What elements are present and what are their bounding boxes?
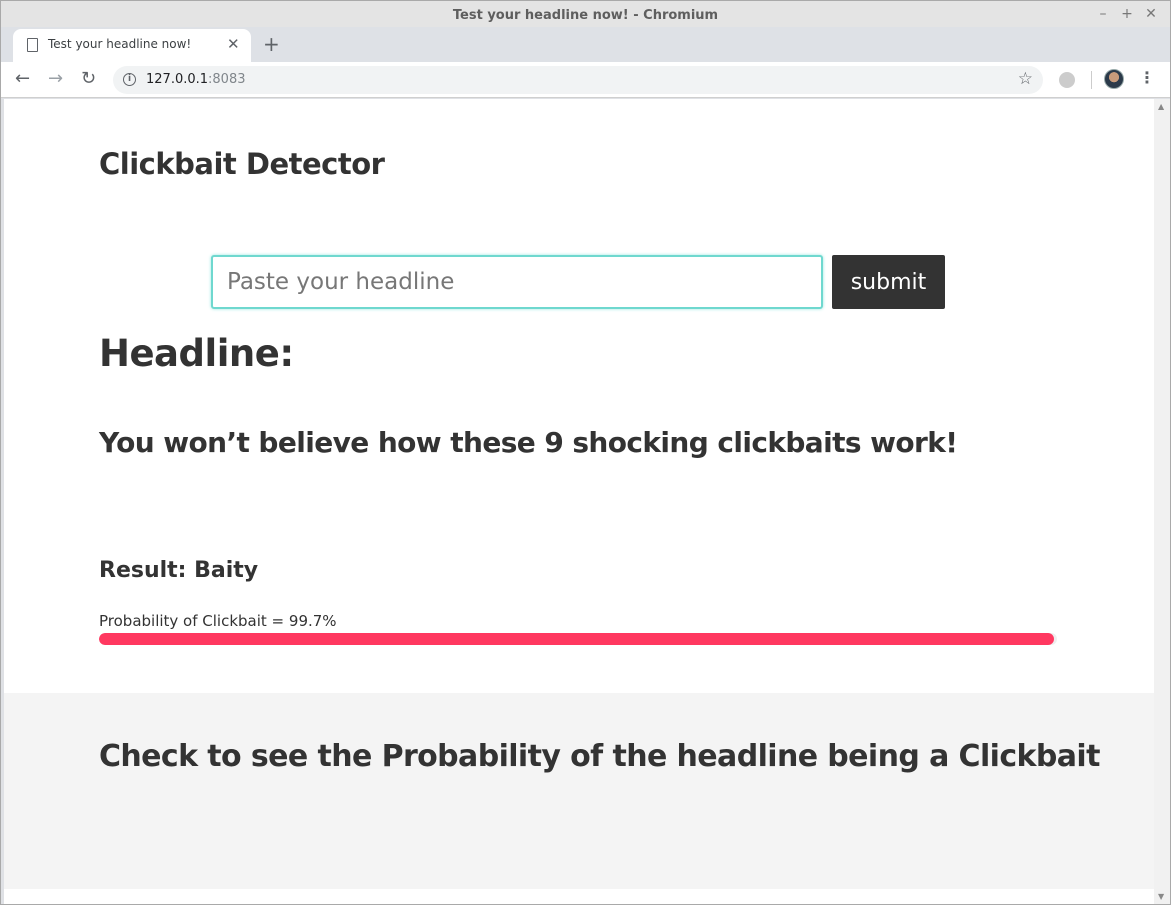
close-icon[interactable]: ✕ bbox=[227, 35, 240, 53]
tab-strip: Test your headline now! ✕ + bbox=[1, 27, 1170, 62]
tab-active[interactable]: Test your headline now! ✕ bbox=[13, 29, 251, 62]
headline-text: You won’t believe how these 9 shocking c… bbox=[99, 426, 958, 459]
document-icon bbox=[27, 38, 38, 52]
scroll-up-icon[interactable]: ▲ bbox=[1158, 102, 1164, 111]
page-viewport: Clickbait Detector submit Headline: You … bbox=[4, 99, 1154, 889]
kebab-menu-icon[interactable]: ⋮ bbox=[1139, 68, 1155, 87]
back-arrow-icon[interactable]: ← bbox=[15, 68, 30, 89]
window-close-icon[interactable]: ✕ bbox=[1143, 6, 1159, 22]
minimize-icon[interactable]: – bbox=[1095, 6, 1111, 22]
headline-input-wrapper bbox=[211, 255, 823, 309]
page-title: Clickbait Detector bbox=[99, 147, 385, 181]
extension-icon[interactable] bbox=[1059, 72, 1075, 88]
scroll-down-icon[interactable]: ▼ bbox=[1158, 892, 1164, 901]
footer-text: Check to see the Probability of the head… bbox=[99, 739, 1100, 774]
address-host: 127.0.0.1 bbox=[146, 72, 209, 87]
plus-icon[interactable]: + bbox=[263, 32, 280, 56]
submit-button[interactable]: submit bbox=[832, 255, 945, 309]
window-title: Test your headline now! - Chromium bbox=[452, 8, 719, 23]
reload-icon[interactable]: ↻ bbox=[81, 68, 96, 89]
footer: Check to see the Probability of the head… bbox=[4, 693, 1154, 889]
toolbar-divider bbox=[1091, 71, 1092, 89]
tab-label: Test your headline now! bbox=[48, 37, 192, 51]
avatar[interactable] bbox=[1104, 69, 1124, 89]
browser-toolbar: ← → ↻ i 127.0.0.1:8083 ☆ ⋮ bbox=[1, 62, 1170, 98]
browser-window: Test your headline now! - Chromium – + ✕… bbox=[0, 0, 1171, 905]
scrollbar[interactable]: ▲ ▼ bbox=[1154, 99, 1170, 904]
probability-bar bbox=[99, 633, 1057, 645]
address-text: 127.0.0.1:8083 bbox=[146, 72, 246, 87]
star-icon[interactable]: ☆ bbox=[1018, 69, 1033, 89]
info-icon[interactable]: i bbox=[123, 73, 136, 86]
address-bar[interactable]: i 127.0.0.1:8083 ☆ bbox=[113, 66, 1043, 94]
title-bar: Test your headline now! - Chromium – + ✕ bbox=[1, 1, 1170, 29]
headline-input[interactable] bbox=[213, 257, 821, 307]
result-text: Result: Baity bbox=[99, 558, 259, 583]
maximize-icon[interactable]: + bbox=[1119, 6, 1135, 22]
probability-text: Probability of Clickbait = 99.7% bbox=[99, 612, 337, 630]
address-port: :8083 bbox=[208, 72, 246, 87]
probability-bar-fill bbox=[99, 633, 1055, 645]
page-bottom bbox=[4, 889, 1154, 904]
forward-arrow-icon[interactable]: → bbox=[48, 68, 63, 89]
headline-heading: Headline: bbox=[99, 332, 294, 375]
